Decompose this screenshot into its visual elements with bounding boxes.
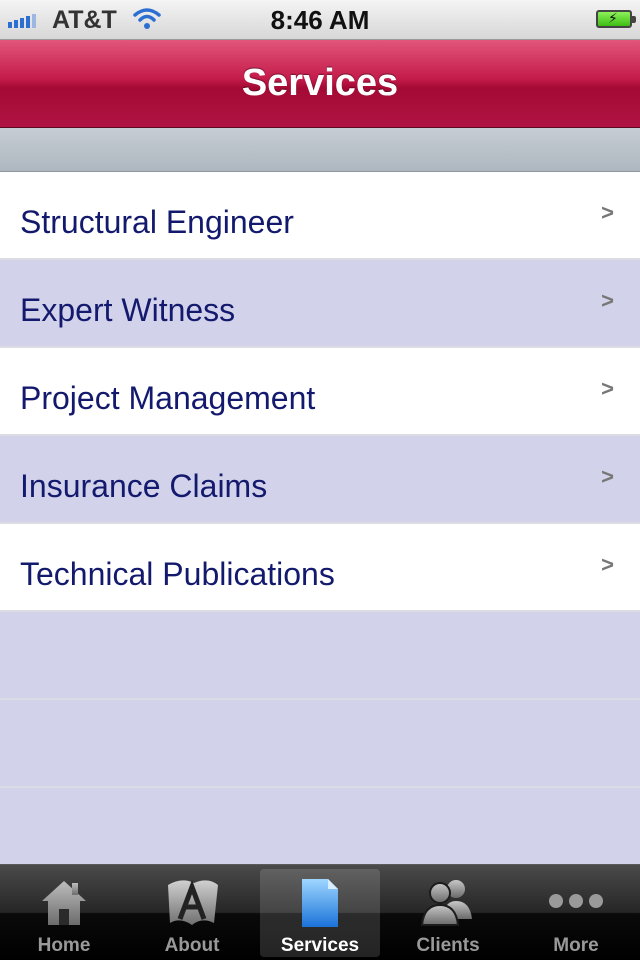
tab-services[interactable]: Services [260, 869, 380, 957]
home-icon [34, 875, 94, 929]
tab-label: More [553, 935, 599, 956]
list-item-project-management[interactable]: Project Management > [0, 348, 640, 436]
empty-row [0, 788, 640, 876]
list-item-label: Structural Engineer [20, 204, 294, 240]
status-bar: AT&T 8:46 AM ⚡ [0, 0, 640, 40]
list-item-label: Technical Publications [20, 556, 335, 592]
tab-label: Home [37, 935, 91, 956]
navigation-bar: Services [0, 40, 640, 128]
chevron-right-icon: > [601, 552, 614, 577]
about-icon [162, 875, 222, 929]
tab-home[interactable]: Home [4, 869, 124, 957]
clock: 8:46 AM [270, 5, 370, 35]
tab-label: About [164, 935, 220, 956]
tab-more[interactable]: More [516, 869, 636, 957]
chevron-right-icon: > [601, 464, 614, 489]
tab-label: Clients [416, 935, 480, 956]
more-icon [546, 875, 606, 929]
empty-row [0, 612, 640, 700]
services-list: Structural Engineer > Expert Witness > P… [0, 172, 640, 876]
battery-charging-icon: ⚡ [596, 10, 636, 28]
chevron-right-icon: > [601, 288, 614, 313]
list-item-label: Insurance Claims [20, 468, 268, 504]
tab-about[interactable]: About [132, 869, 252, 957]
list-item-structural-engineer[interactable]: Structural Engineer > [0, 172, 640, 260]
chevron-right-icon: > [601, 200, 614, 225]
list-item-label: Project Management [20, 380, 316, 416]
document-icon [290, 875, 350, 929]
page-title: Services [241, 62, 399, 104]
list-item-technical-publications[interactable]: Technical Publications > [0, 524, 640, 612]
list-item-insurance-claims[interactable]: Insurance Claims > [0, 436, 640, 524]
tab-label: Services [280, 935, 360, 956]
chevron-right-icon: > [601, 376, 614, 401]
list-item-label: Expert Witness [20, 292, 236, 328]
table-header-strip [0, 128, 640, 172]
tab-bar: Home About Services Clients More [0, 864, 640, 960]
people-icon [418, 875, 478, 929]
list-item-expert-witness[interactable]: Expert Witness > [0, 260, 640, 348]
empty-row [0, 700, 640, 788]
tab-clients[interactable]: Clients [388, 869, 508, 957]
